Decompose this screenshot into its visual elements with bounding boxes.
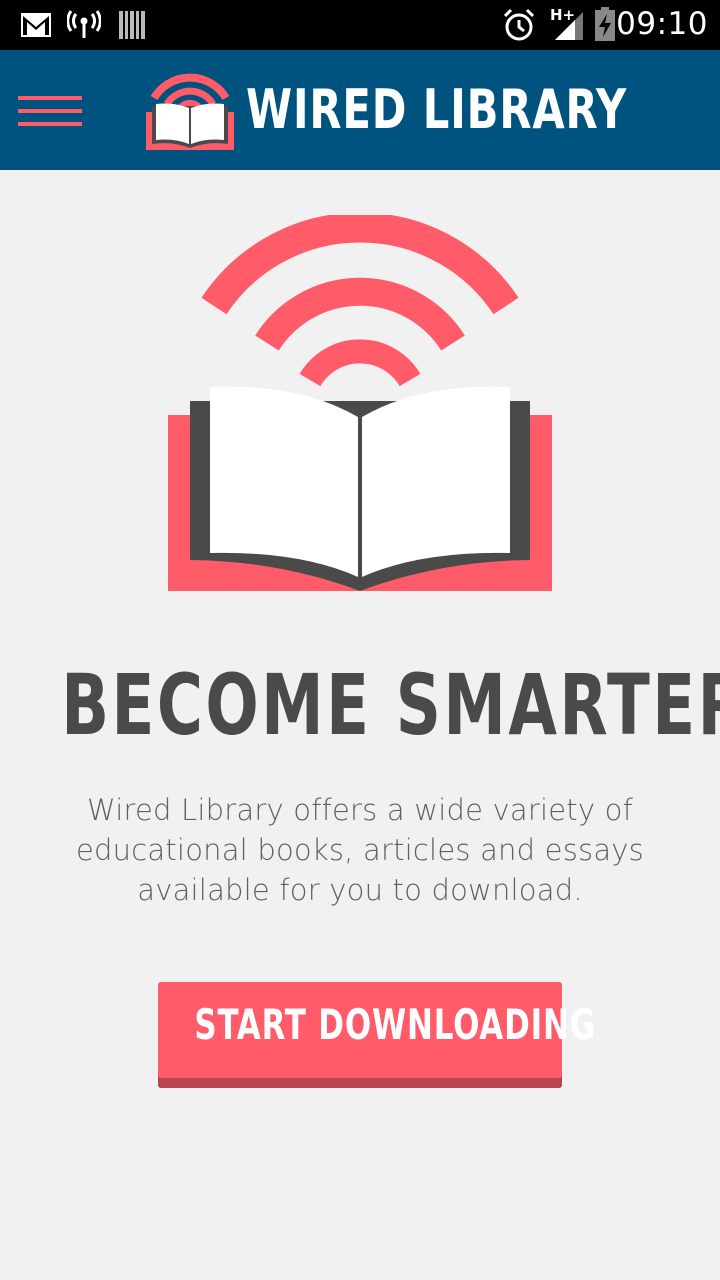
description-text: Wired Library offers a wide variety of e… bbox=[76, 793, 644, 907]
hamburger-menu-icon[interactable] bbox=[18, 96, 82, 126]
start-downloading-button[interactable]: START DOWNLOADING bbox=[158, 982, 596, 1088]
status-clock: 09:10 bbox=[616, 6, 708, 42]
app-bar: WIRED LIBRARY bbox=[0, 50, 720, 170]
status-bar: H+ 09:10 bbox=[0, 0, 720, 50]
barcode-icon bbox=[119, 11, 145, 39]
wireless-book-icon bbox=[168, 215, 552, 591]
start-downloading-label: START DOWNLOADING bbox=[194, 1000, 596, 1049]
app-title: WIRED LIBRARY bbox=[246, 78, 628, 141]
battery-charging-icon bbox=[595, 7, 615, 41]
signal-icon bbox=[555, 12, 583, 40]
gmail-icon bbox=[21, 13, 51, 37]
wireless-book-icon bbox=[146, 73, 234, 150]
hotspot-icon bbox=[67, 10, 101, 38]
headline: BECOME SMARTER bbox=[61, 656, 720, 754]
alarm-icon bbox=[503, 8, 535, 41]
